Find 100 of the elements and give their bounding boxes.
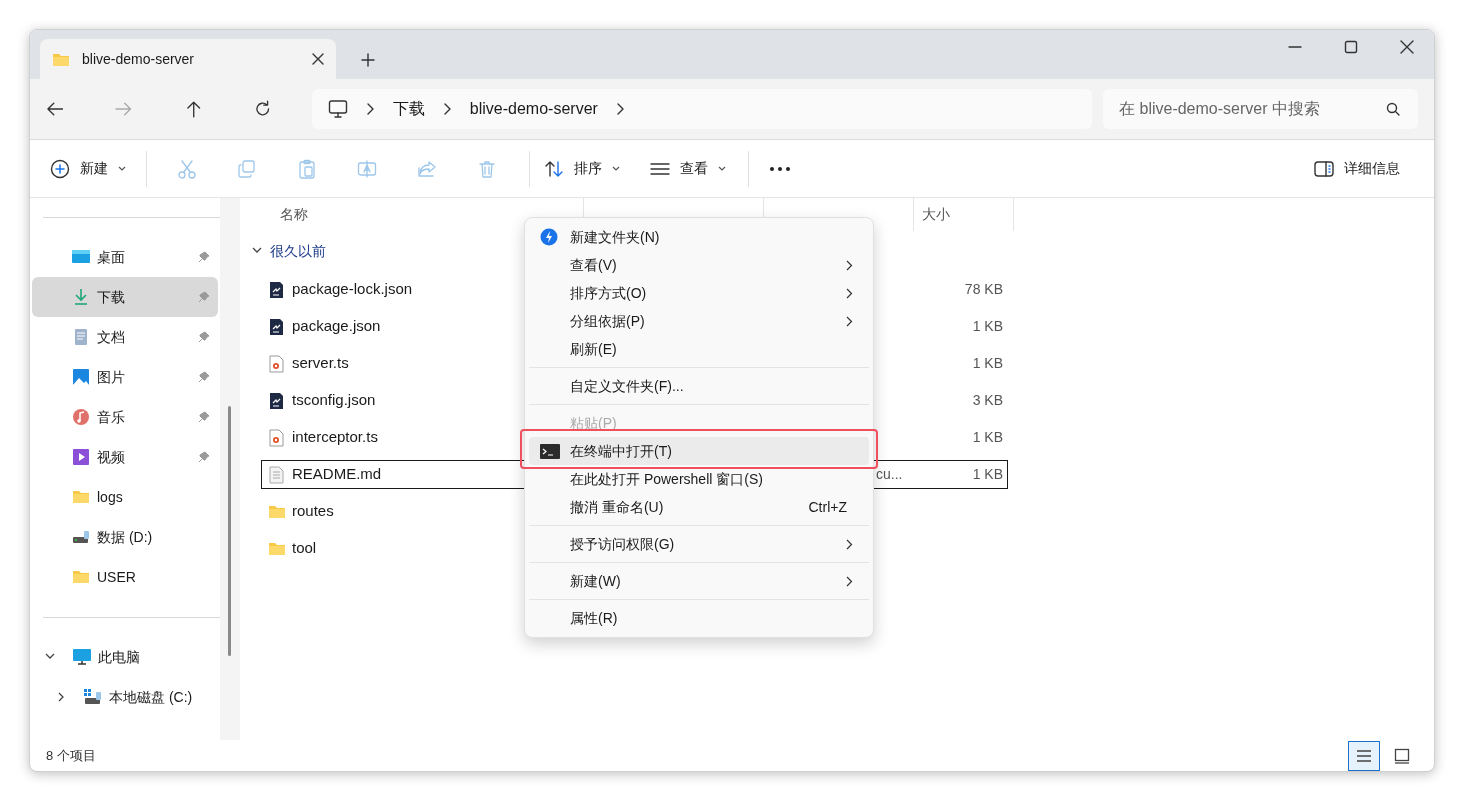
- menu-label: 撤消 重命名(U): [570, 497, 665, 517]
- chevron-icon: [846, 575, 853, 587]
- menu-item[interactable]: 自定义文件夹(F)...: [529, 372, 869, 400]
- menu-item[interactable]: 属性(R): [529, 604, 869, 632]
- sidebar-item[interactable]: 文档: [32, 317, 218, 357]
- add-tab-icon[interactable]: [361, 53, 375, 67]
- video-icon: [72, 448, 90, 466]
- sidebar-label: 本地磁盘 (C:): [109, 687, 193, 707]
- chevron-icon[interactable]: [615, 103, 625, 115]
- sidebar-label: USER: [97, 567, 137, 587]
- sidebar-item[interactable]: 音乐: [32, 397, 218, 437]
- sidebar-item[interactable]: 桌面: [32, 237, 218, 277]
- desktop-icon: [72, 248, 90, 266]
- details-button[interactable]: 详细信息: [1308, 150, 1406, 187]
- chevron-icon: [846, 538, 853, 550]
- window-tab[interactable]: blive-demo-server: [40, 39, 336, 79]
- code-file-icon: [268, 280, 285, 299]
- menu-item[interactable]: 分组依据(P): [529, 307, 869, 335]
- back-icon[interactable]: [46, 100, 64, 118]
- chevron-icon[interactable]: [365, 103, 375, 115]
- menu-label: 排序方式(O): [570, 283, 648, 303]
- chevron-icon: [846, 315, 853, 327]
- breadcrumb[interactable]: 下载: [392, 97, 425, 121]
- sidebar-label: 数据 (D:): [97, 527, 154, 547]
- menu-label: 查看(V): [570, 255, 618, 275]
- file-size: 1 KB: [972, 429, 1003, 445]
- breadcrumb[interactable]: blive-demo-server: [469, 97, 598, 121]
- details-pane-icon: [1314, 160, 1334, 177]
- sidebar-label: 文档: [97, 327, 126, 347]
- menu-label: 属性(R): [570, 608, 619, 628]
- menu-label: 新建(W): [570, 571, 622, 591]
- sidebar-item[interactable]: 图片: [32, 357, 218, 397]
- file-name: server.ts: [292, 353, 349, 374]
- sidebar-item[interactable]: 此电脑: [30, 637, 216, 677]
- pin-icon[interactable]: [198, 371, 210, 383]
- download-icon: [72, 288, 90, 306]
- group-label: 很久以前: [270, 241, 326, 261]
- sidebar-item[interactable]: 下载: [32, 277, 218, 317]
- sidebar-item[interactable]: 数据 (D:): [32, 517, 218, 557]
- close-icon[interactable]: [312, 53, 324, 65]
- file-name: tsconfig.json: [292, 390, 376, 411]
- sidebar-item[interactable]: 本地磁盘 (C:): [30, 677, 216, 717]
- plus-icon: [50, 158, 70, 179]
- list-icon: [1356, 747, 1372, 764]
- more-icon[interactable]: [769, 165, 791, 172]
- scrollbar-thumb[interactable]: [228, 406, 231, 656]
- media-file-icon: [268, 354, 285, 373]
- menu-item[interactable]: 刷新(E): [529, 335, 869, 363]
- new-button[interactable]: 新建: [42, 150, 134, 187]
- menu-item[interactable]: 查看(V): [529, 251, 869, 279]
- maximize-icon[interactable]: [1344, 40, 1358, 54]
- caret-icon: [612, 165, 620, 172]
- pin-icon[interactable]: [198, 411, 210, 423]
- file-size: 1 KB: [972, 355, 1003, 371]
- refresh-icon[interactable]: [254, 100, 272, 118]
- view-button[interactable]: 查看: [642, 150, 734, 187]
- lightning-icon: [539, 228, 560, 246]
- music-note-icon: [72, 408, 90, 426]
- pin-icon[interactable]: [198, 251, 210, 263]
- tab-title: blive-demo-server: [82, 49, 196, 69]
- sidebar-label: 下载: [97, 287, 126, 307]
- folder-icon: [52, 51, 70, 67]
- menu-item[interactable]: 排序方式(O): [529, 279, 869, 307]
- close-icon[interactable]: [1400, 40, 1414, 54]
- sort-icon: [544, 159, 564, 178]
- file-type: cu...: [876, 466, 903, 482]
- sidebar-label: 图片: [97, 367, 126, 387]
- text-file-icon: [268, 465, 285, 484]
- file-name: package-lock.json: [292, 279, 413, 300]
- search-field[interactable]: 在 blive-demo-server 中搜索: [1103, 89, 1418, 129]
- file-name: README.md: [292, 464, 382, 485]
- group-header[interactable]: 很久以前: [240, 231, 330, 271]
- up-icon[interactable]: [184, 100, 203, 118]
- sort-button[interactable]: 排序: [536, 150, 628, 187]
- chevron-icon: [846, 259, 853, 271]
- code-file-icon: [268, 391, 285, 410]
- computer-icon[interactable]: [327, 100, 348, 118]
- menu-label: 刷新(E): [570, 339, 618, 359]
- menu-label: 分组依据(P): [570, 311, 646, 331]
- file-name: package.json: [292, 316, 381, 337]
- sidebar-item[interactable]: USER: [32, 557, 218, 597]
- address-bar[interactable]: 下载 blive-demo-server: [311, 89, 1093, 129]
- sidebar-item[interactable]: 视频: [32, 437, 218, 477]
- chevron-icon[interactable]: [442, 103, 452, 115]
- drive-icon: [84, 689, 102, 705]
- sidebar-label: 音乐: [97, 407, 126, 427]
- details-view-button[interactable]: [1348, 740, 1380, 771]
- column-header[interactable]: 大小: [913, 198, 1013, 231]
- menu-item[interactable]: 撤消 重命名(U) Ctrl+Z: [529, 493, 869, 521]
- menu-item[interactable]: 新建(W): [529, 567, 869, 595]
- pin-icon[interactable]: [198, 331, 210, 343]
- pin-icon[interactable]: [198, 451, 210, 463]
- menu-item[interactable]: 在终端中打开(T): [529, 437, 869, 465]
- sidebar-item[interactable]: logs: [32, 477, 218, 517]
- menu-label: 授予访问权限(G): [570, 534, 676, 554]
- menu-label: 自定义文件夹(F)...: [570, 376, 685, 396]
- menu-item[interactable]: 授予访问权限(G): [529, 530, 869, 558]
- menu-item[interactable]: 在此处打开 Powershell 窗口(S): [529, 465, 869, 493]
- item-count: 8 个项目: [46, 746, 96, 765]
- caret-icon: [718, 165, 726, 172]
